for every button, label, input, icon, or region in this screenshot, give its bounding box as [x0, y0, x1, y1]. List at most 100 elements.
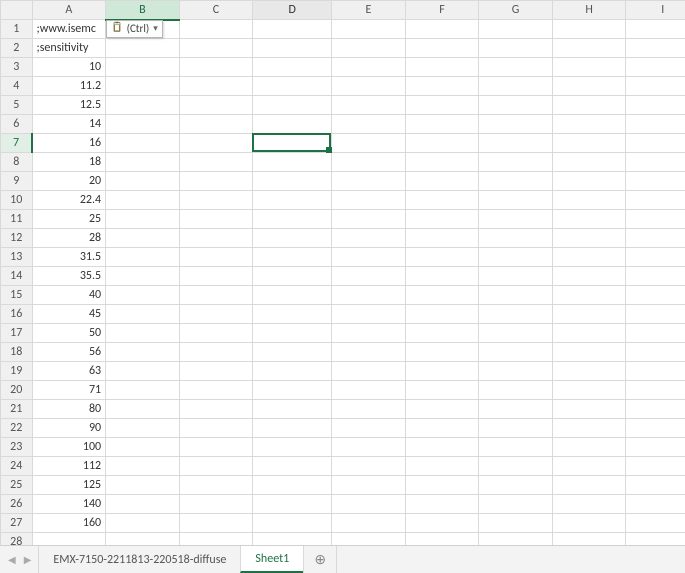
- cell[interactable]: [626, 191, 685, 210]
- cell[interactable]: [626, 77, 685, 96]
- cell[interactable]: [405, 457, 479, 476]
- cell[interactable]: [552, 324, 626, 343]
- cell[interactable]: [106, 210, 180, 229]
- cell[interactable]: [626, 305, 685, 324]
- cell[interactable]: [552, 191, 626, 210]
- cell[interactable]: [479, 457, 553, 476]
- cell[interactable]: [552, 305, 626, 324]
- cell[interactable]: [179, 419, 253, 438]
- cell[interactable]: 100: [32, 438, 106, 457]
- sheet-tab[interactable]: Sheet1: [240, 546, 304, 573]
- row-header[interactable]: 13: [1, 248, 33, 267]
- cell[interactable]: [626, 286, 685, 305]
- cell[interactable]: [253, 533, 332, 546]
- cell[interactable]: [552, 514, 626, 533]
- row-header[interactable]: 11: [1, 210, 33, 229]
- row-header[interactable]: 18: [1, 343, 33, 362]
- cell[interactable]: [405, 58, 479, 77]
- select-all-corner[interactable]: [1, 1, 33, 20]
- cell[interactable]: [479, 210, 553, 229]
- row-header[interactable]: 17: [1, 324, 33, 343]
- cell[interactable]: [552, 362, 626, 381]
- cell[interactable]: 160: [32, 514, 106, 533]
- cell[interactable]: [405, 305, 479, 324]
- cell[interactable]: [479, 172, 553, 191]
- cell[interactable]: [626, 210, 685, 229]
- cell[interactable]: [106, 153, 180, 172]
- cell[interactable]: [479, 438, 553, 457]
- cell[interactable]: [106, 58, 180, 77]
- cell[interactable]: [253, 324, 332, 343]
- cell[interactable]: [332, 267, 406, 286]
- cell[interactable]: [552, 229, 626, 248]
- row-header[interactable]: 19: [1, 362, 33, 381]
- cell[interactable]: [479, 533, 553, 546]
- cell[interactable]: [479, 343, 553, 362]
- cell[interactable]: [405, 248, 479, 267]
- cell[interactable]: 25: [32, 210, 106, 229]
- cell[interactable]: [179, 495, 253, 514]
- cell[interactable]: [626, 267, 685, 286]
- cell[interactable]: [552, 115, 626, 134]
- cell[interactable]: [179, 305, 253, 324]
- cell[interactable]: [552, 343, 626, 362]
- cell[interactable]: [106, 115, 180, 134]
- cell[interactable]: [552, 134, 626, 153]
- cell[interactable]: [106, 381, 180, 400]
- row-header[interactable]: 15: [1, 286, 33, 305]
- cell[interactable]: [253, 343, 332, 362]
- cell[interactable]: 125: [32, 476, 106, 495]
- cell[interactable]: [332, 153, 406, 172]
- cell[interactable]: [405, 20, 479, 39]
- cell[interactable]: [332, 343, 406, 362]
- cell[interactable]: [253, 362, 332, 381]
- cell[interactable]: [332, 495, 406, 514]
- cell[interactable]: [106, 343, 180, 362]
- cell[interactable]: [479, 39, 553, 58]
- cell[interactable]: [479, 20, 553, 39]
- cell[interactable]: [106, 77, 180, 96]
- row-header[interactable]: 6: [1, 115, 33, 134]
- col-header-I[interactable]: I: [626, 1, 685, 20]
- col-header-E[interactable]: E: [332, 1, 406, 20]
- row-header[interactable]: 21: [1, 400, 33, 419]
- cell[interactable]: [179, 267, 253, 286]
- cell[interactable]: [332, 134, 406, 153]
- cell[interactable]: [253, 229, 332, 248]
- cell[interactable]: [253, 39, 332, 58]
- cell[interactable]: [552, 58, 626, 77]
- cell[interactable]: [626, 134, 685, 153]
- cell[interactable]: [179, 191, 253, 210]
- cell[interactable]: [626, 96, 685, 115]
- cell[interactable]: [479, 191, 553, 210]
- cell[interactable]: [332, 229, 406, 248]
- row-header[interactable]: 22: [1, 419, 33, 438]
- cell[interactable]: [405, 476, 479, 495]
- row-header[interactable]: 4: [1, 77, 33, 96]
- cell[interactable]: [106, 457, 180, 476]
- cell[interactable]: [479, 419, 553, 438]
- cell[interactable]: [479, 305, 553, 324]
- cell[interactable]: [332, 20, 406, 39]
- cell[interactable]: 35.5: [32, 267, 106, 286]
- cell[interactable]: [479, 362, 553, 381]
- cell[interactable]: [106, 514, 180, 533]
- cell[interactable]: [479, 514, 553, 533]
- cell[interactable]: 22.4: [32, 191, 106, 210]
- cell[interactable]: [179, 134, 253, 153]
- cell[interactable]: [106, 362, 180, 381]
- cell[interactable]: [332, 419, 406, 438]
- cell[interactable]: [179, 229, 253, 248]
- row-header[interactable]: 24: [1, 457, 33, 476]
- cell[interactable]: [405, 286, 479, 305]
- cell[interactable]: [179, 20, 253, 39]
- cell[interactable]: [106, 419, 180, 438]
- cell[interactable]: 112: [32, 457, 106, 476]
- cell[interactable]: [106, 286, 180, 305]
- cell[interactable]: [332, 457, 406, 476]
- cell[interactable]: [32, 533, 106, 546]
- row-header[interactable]: 5: [1, 96, 33, 115]
- row-header[interactable]: 7: [1, 134, 33, 153]
- cell[interactable]: [106, 495, 180, 514]
- cell[interactable]: 31.5: [32, 248, 106, 267]
